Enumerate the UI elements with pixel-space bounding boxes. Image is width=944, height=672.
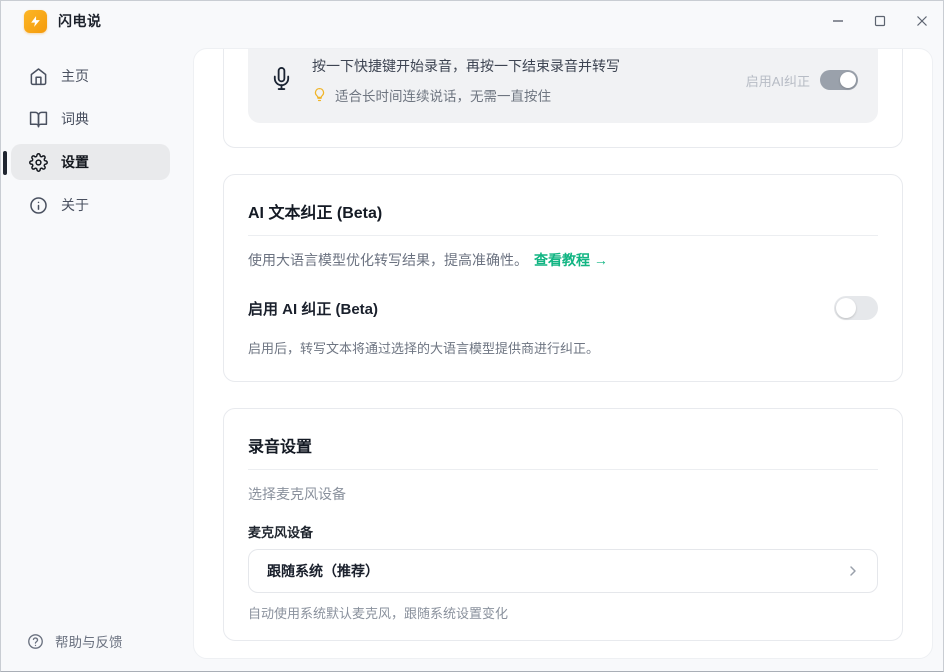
sidebar-item-home[interactable]: 主页 [11,58,170,94]
maximize-button[interactable] [859,1,901,41]
sidebar-item-about[interactable]: 关于 [11,187,170,223]
section-description: 使用大语言模型优化转写结果，提高准确性。查看教程 → [248,250,878,270]
recording-settings-card: 录音设置 选择麦克风设备 麦克风设备 跟随系统（推荐） 自动使用系统默认麦克风，… [223,408,903,641]
section-title: AI 文本纠正 (Beta) [248,199,878,223]
microphone-device-label: 麦克风设备 [248,522,878,541]
microphone-icon [270,67,293,90]
app-title: 闪电说 [58,11,102,31]
microphone-device-value: 跟随系统（推荐） [267,561,379,581]
lightbulb-icon [312,87,327,102]
help-icon [27,633,44,650]
recording-tip: 适合长时间连续说话，无需一直按住 [312,85,620,105]
ai-correction-quick-toggle-group: 启用AI纠正 [746,70,858,90]
sidebar-item-settings[interactable]: 设置 [11,144,170,180]
window-controls [817,1,943,41]
sidebar-item-label: 词典 [61,109,89,129]
sidebar-item-label: 设置 [61,152,89,172]
ai-correction-card: AI 文本纠正 (Beta) 使用大语言模型优化转写结果，提高准确性。查看教程 … [223,174,903,382]
recording-instructions: 按一下快捷键开始录音，再按一下结束录音并转写 适合长时间连续说话，无需一直按住 [312,56,620,105]
info-icon [29,196,48,215]
help-feedback-label: 帮助与反馈 [55,631,123,651]
ai-correction-quick-toggle[interactable] [820,70,858,90]
minimize-button[interactable] [817,1,859,41]
toggle-knob [840,72,856,88]
ai-correction-toggle[interactable] [834,296,878,320]
ai-correction-quick-toggle-label: 启用AI纠正 [746,71,810,90]
sidebar-item-label: 主页 [61,66,89,86]
view-tutorial-link[interactable]: 查看教程 → [534,252,608,268]
sidebar-item-label: 关于 [61,195,89,215]
section-title: 录音设置 [248,433,878,457]
hotkey-card: 按一下快捷键开始录音，再按一下结束录音并转写 适合长时间连续说话，无需一直按住 … [223,48,903,148]
settings-panel: 按一下快捷键开始录音，再按一下结束录音并转写 适合长时间连续说话，无需一直按住 … [193,48,933,659]
sidebar-item-dictionary[interactable]: 词典 [11,101,170,137]
ai-correction-description: 使用大语言模型优化转写结果，提高准确性。 [248,252,528,268]
microphone-device-select[interactable]: 跟随系统（推荐） [248,549,878,593]
titlebar: 闪电说 [1,1,943,41]
sidebar-item-help-feedback[interactable]: 帮助与反馈 [1,631,193,671]
gear-icon [29,153,48,172]
sidebar: 主页 词典 设置 关于 帮助与反馈 [1,41,193,671]
close-button[interactable] [901,1,943,41]
microphone-device-hint: 自动使用系统默认麦克风，跟随系统设置变化 [248,603,878,622]
toggle-knob [836,298,856,318]
sidebar-nav: 主页 词典 设置 关于 [1,41,193,223]
divider [248,235,878,236]
divider [248,469,878,470]
chevron-right-icon [845,563,861,579]
app-window: 闪电说 主页 词典 [0,0,944,672]
ai-correction-toggle-row: 启用 AI 纠正 (Beta) [248,296,878,320]
recording-instruction-text: 按一下快捷键开始录音，再按一下结束录音并转写 [312,56,620,76]
recording-settings-subtitle: 选择麦克风设备 [248,484,878,504]
book-icon [29,110,48,129]
recording-tip-text: 适合长时间连续说话，无需一直按住 [335,85,551,105]
ai-correction-hint: 启用后，转写文本将通过选择的大语言模型提供商进行纠正。 [248,338,878,357]
app-logo-icon [24,10,47,33]
active-item-indicator [3,151,7,175]
recording-info-box: 按一下快捷键开始录音，再按一下结束录音并转写 适合长时间连续说话，无需一直按住 … [248,48,878,123]
app-identity: 闪电说 [1,10,102,33]
ai-correction-toggle-label: 启用 AI 纠正 (Beta) [248,298,378,319]
home-icon [29,67,48,86]
